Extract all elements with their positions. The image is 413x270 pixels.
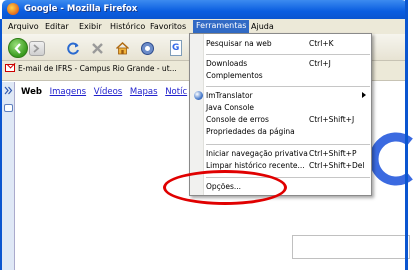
menu-item-shortcut: Ctrl+Shift+P — [309, 149, 357, 158]
menu-separator — [206, 54, 370, 55]
menu-item-pesquisar[interactable]: Pesquisar na web Ctrl+K — [206, 38, 370, 50]
bookmark-gmail[interactable]: E-mail de IFRS - Campus Rio Grande - ut.… — [5, 64, 177, 79]
link-noticias[interactable]: Notíc — [165, 87, 187, 97]
submenu-arrow-icon — [362, 92, 366, 98]
imtranslator-icon — [194, 91, 203, 100]
menu-item-label: Complementos — [206, 71, 263, 80]
menu-item-downloads[interactable]: Downloads Ctrl+J — [206, 58, 370, 70]
forward-button[interactable] — [29, 41, 45, 56]
menu-item-label: Pesquisar na web — [206, 39, 272, 48]
menu-item-label: Java Console — [206, 103, 254, 112]
menu-item-shortcut: Ctrl+J — [309, 59, 331, 68]
window-border-right — [405, 0, 408, 270]
reload-icon[interactable] — [66, 41, 81, 56]
menu-item-navegacao-privativa[interactable]: Iniciar navegação privativa Ctrl+Shift+P — [206, 148, 370, 160]
gmail-icon — [5, 64, 15, 72]
google-search-input[interactable] — [292, 235, 410, 259]
menu-item-imtranslator[interactable]: ImTranslator — [206, 90, 370, 102]
menu-item-shortcut: Ctrl+Shift+J — [309, 115, 355, 124]
menu-item-complementos[interactable]: Complementos — [206, 70, 370, 82]
translator-icon[interactable] — [140, 41, 155, 56]
stop-icon[interactable] — [90, 41, 105, 56]
menu-editar[interactable]: Editar — [45, 22, 69, 31]
menu-item-java-console[interactable]: Java Console — [206, 102, 370, 114]
google-nav-links: Web Imagens Vídeos Mapas Notíc — [21, 87, 192, 97]
search-engine-field[interactable]: G — [170, 40, 182, 56]
window-title: Google - Mozilla Firefox — [24, 4, 138, 14]
google-g-icon: G — [172, 43, 180, 53]
browser-window: Google - Mozilla Firefox Arquivo Editar … — [0, 0, 413, 270]
window-border-left — [0, 19, 2, 270]
menu-historico[interactable]: Histórico — [110, 22, 145, 31]
firefox-logo-icon — [7, 3, 19, 15]
menu-item-propriedades[interactable]: Propriedades da página — [206, 126, 370, 138]
forward-arrow-icon — [33, 44, 40, 53]
menu-item-label: Downloads — [206, 59, 248, 68]
link-web[interactable]: Web — [21, 87, 42, 97]
menu-ajuda[interactable]: Ajuda — [251, 22, 274, 31]
menu-item-console-erros[interactable]: Console de erros Ctrl+Shift+J — [206, 114, 370, 126]
menu-item-label: Iniciar navegação privativa — [206, 149, 308, 158]
menu-item-shortcut: Ctrl+K — [309, 39, 334, 48]
menu-separator — [206, 144, 370, 145]
menu-favoritos[interactable]: Favoritos — [150, 22, 186, 31]
back-button[interactable] — [8, 38, 28, 58]
title-bar: Google - Mozilla Firefox — [2, 0, 407, 19]
bookmark-gmail-label: E-mail de IFRS - Campus Rio Grande - ut.… — [18, 64, 177, 73]
back-arrow-icon — [14, 43, 21, 54]
menu-bar: Arquivo Editar Exibir Histórico Favorito… — [2, 19, 407, 34]
menu-item-label: Console de erros — [206, 115, 269, 124]
menu-item-label: ImTranslator — [206, 91, 253, 100]
home-icon[interactable] — [115, 41, 130, 56]
link-imagens[interactable]: Imagens — [50, 87, 86, 97]
link-mapas[interactable]: Mapas — [130, 87, 158, 97]
menu-exibir[interactable]: Exibir — [79, 22, 102, 31]
double-chevron-icon[interactable] — [4, 86, 13, 95]
sidebar-strip — [2, 82, 15, 270]
highlight-ellipse — [163, 170, 287, 205]
menu-separator — [206, 86, 370, 87]
menu-arquivo[interactable]: Arquivo — [8, 22, 39, 31]
menu-item-label: Propriedades da página — [206, 127, 295, 136]
menu-item-shortcut: Ctrl+Shift+Del — [309, 161, 365, 170]
menu-item-label: Limpar histórico recente... — [206, 161, 305, 170]
link-videos[interactable]: Vídeos — [94, 87, 122, 97]
chat-bubble-icon[interactable] — [4, 104, 13, 112]
menu-ferramentas[interactable]: Ferramentas — [193, 20, 250, 33]
